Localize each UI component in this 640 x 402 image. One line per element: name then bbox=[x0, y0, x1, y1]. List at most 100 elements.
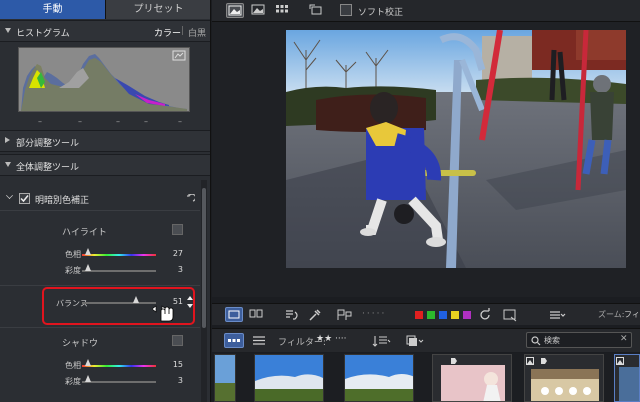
split-view-button[interactable] bbox=[248, 307, 266, 322]
histogram-mode-mono[interactable]: 白黒 bbox=[188, 26, 206, 39]
histogram-tick: – bbox=[144, 117, 148, 126]
image-badge-icon bbox=[616, 357, 624, 365]
shadow-hue-thumb[interactable] bbox=[85, 359, 91, 366]
search-placeholder: 検索 bbox=[544, 336, 560, 345]
thumbnail-image bbox=[255, 355, 323, 401]
tone-correction-header: 明暗別色補正 bbox=[0, 189, 200, 209]
shadow-saturation-slider[interactable] bbox=[82, 381, 156, 383]
hand-cursor-icon bbox=[152, 305, 174, 322]
eyedropper-icon[interactable] bbox=[308, 308, 322, 322]
shadow-saturation-thumb[interactable] bbox=[85, 375, 91, 382]
histogram-title: ヒストグラム bbox=[16, 29, 70, 39]
tone-correction-checkbox[interactable] bbox=[19, 193, 30, 204]
partial-adjustment-header[interactable]: 部分調整ツール bbox=[0, 130, 210, 152]
rotate-icon[interactable] bbox=[478, 308, 492, 322]
search-input[interactable]: 検索 ✕ bbox=[526, 332, 632, 348]
shadow-saturation-label: 彩度 bbox=[65, 377, 81, 386]
whole-adjustment-title: 全体調整ツール bbox=[16, 163, 80, 173]
thumbnail[interactable] bbox=[524, 354, 604, 402]
split-frame-icon bbox=[249, 309, 263, 318]
thumbnail-image bbox=[433, 355, 511, 401]
histogram-mode-color[interactable]: カラー bbox=[154, 26, 181, 39]
lens-correction-label: ソフト校正 bbox=[358, 8, 404, 18]
balance-slider[interactable] bbox=[82, 302, 156, 304]
label-red[interactable] bbox=[415, 311, 423, 319]
label-green[interactable] bbox=[427, 311, 435, 319]
rating-dots[interactable]: ····· bbox=[362, 309, 386, 319]
crop-icon[interactable] bbox=[502, 308, 518, 322]
sort-icon[interactable] bbox=[372, 334, 392, 348]
tone-correction-title: 明暗別色補正 bbox=[35, 196, 90, 206]
collapse-arrow-icon bbox=[5, 28, 11, 33]
highlight-color-swatch[interactable] bbox=[172, 224, 183, 235]
highlight-saturation-label: 彩度 bbox=[65, 266, 81, 275]
view-grid-button[interactable] bbox=[274, 3, 292, 18]
filmstrip-icon bbox=[228, 339, 240, 342]
divider bbox=[0, 210, 200, 211]
shadow-label: シャドウ bbox=[62, 339, 99, 349]
label-blue[interactable] bbox=[439, 311, 447, 319]
histogram-header[interactable]: ヒストグラム カラー | 白黒 bbox=[0, 20, 210, 42]
copy-icon[interactable] bbox=[405, 334, 425, 348]
panel-tabs: 手動 プリセット bbox=[0, 0, 210, 19]
histogram-curve bbox=[19, 48, 189, 111]
thumbnail[interactable] bbox=[214, 354, 236, 402]
highlight-hue-slider[interactable] bbox=[82, 254, 156, 256]
checkmark-icon bbox=[20, 195, 29, 203]
thumbnail[interactable] bbox=[254, 354, 324, 402]
chevron-down-icon[interactable] bbox=[6, 192, 13, 199]
view-single-button[interactable] bbox=[226, 3, 244, 18]
thumbnail[interactable] bbox=[344, 354, 414, 402]
reset-icon[interactable] bbox=[185, 194, 195, 204]
image-badge-icon bbox=[526, 357, 534, 365]
thumbnail-image bbox=[215, 355, 235, 401]
filmstrip-view-button[interactable] bbox=[224, 333, 244, 348]
tag-icon bbox=[451, 358, 457, 364]
highlight-saturation-thumb[interactable] bbox=[85, 264, 91, 271]
list-view-icon[interactable] bbox=[251, 334, 267, 347]
label-purple[interactable] bbox=[463, 311, 471, 319]
histogram-tick: – bbox=[116, 117, 120, 126]
flag-icon[interactable] bbox=[336, 308, 354, 322]
single-frame-icon bbox=[228, 310, 240, 319]
highlight-saturation-value: 3 bbox=[177, 265, 183, 274]
search-icon bbox=[531, 336, 541, 346]
clear-search-icon[interactable]: ✕ bbox=[620, 334, 628, 344]
view-compare-button[interactable] bbox=[250, 3, 268, 18]
highlight-saturation-slider[interactable] bbox=[82, 270, 156, 272]
histogram-graph bbox=[18, 47, 190, 112]
shadow-color-swatch[interactable] bbox=[172, 335, 183, 346]
shadow-hue-slider[interactable] bbox=[82, 365, 156, 367]
menu-icon[interactable] bbox=[548, 308, 566, 322]
thumbnail-image bbox=[525, 355, 603, 401]
lens-correction-checkbox[interactable] bbox=[340, 4, 352, 16]
tab-preset[interactable]: プリセット bbox=[105, 0, 210, 19]
shadow-hue-value: 15 bbox=[172, 360, 183, 369]
image-view-icon bbox=[228, 5, 242, 16]
expand-arrow-icon bbox=[5, 137, 10, 143]
top-toolbar: ソフト校正 bbox=[212, 0, 640, 22]
divider bbox=[0, 285, 200, 286]
rotate-view-button[interactable] bbox=[308, 3, 326, 18]
histogram-tick: – bbox=[38, 117, 42, 126]
whole-adjustment-header[interactable]: 全体調整ツール bbox=[0, 154, 210, 176]
panel-scrollbar-thumb[interactable] bbox=[202, 188, 206, 328]
undo-list-icon[interactable] bbox=[284, 308, 300, 322]
highlight-hue-label: 色相 bbox=[65, 250, 81, 259]
rotate-frame-icon bbox=[309, 4, 322, 15]
balance-thumb[interactable] bbox=[133, 296, 139, 303]
shadow-hue-label: 色相 bbox=[65, 361, 81, 370]
tag-icon bbox=[541, 358, 547, 364]
histogram-mode-separator: | bbox=[181, 26, 185, 36]
thumbnail[interactable] bbox=[432, 354, 512, 402]
collapse-arrow-icon bbox=[5, 162, 11, 167]
tab-manual[interactable]: 手動 bbox=[0, 0, 105, 19]
label-yellow[interactable] bbox=[451, 311, 459, 319]
stepper-icon[interactable] bbox=[186, 295, 194, 309]
filter-stars[interactable]: ★★ ···· bbox=[316, 334, 346, 344]
preview-photo[interactable] bbox=[286, 30, 626, 268]
histogram-tick: – bbox=[78, 117, 82, 126]
highlight-hue-thumb[interactable] bbox=[85, 248, 91, 255]
single-view-button[interactable] bbox=[225, 307, 243, 322]
zoom-value[interactable]: フィ bbox=[624, 309, 640, 320]
